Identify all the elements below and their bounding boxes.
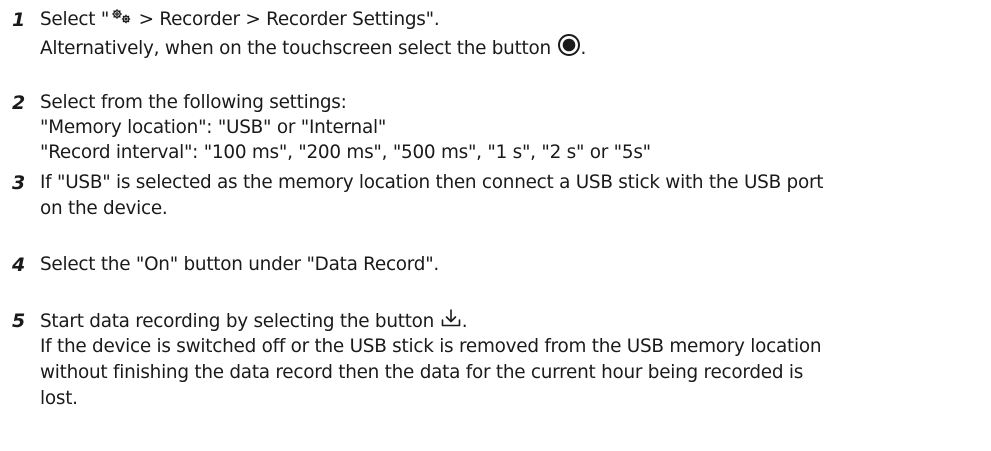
step-5-line-3: without finishing the data record then t… (40, 362, 804, 383)
step-5-line-4: lost. (40, 388, 78, 409)
step-4-line-1: Select the "On" button under "Data Recor… (40, 254, 440, 275)
gears-icon (109, 7, 133, 33)
step-3-line-2: on the device. (40, 198, 168, 219)
step-1-line-1: Select " > Recorder > Recorder Settings"… (40, 7, 440, 33)
step-1-text-a: Select " (40, 9, 110, 30)
record-button-icon (557, 33, 581, 65)
step-1-text-d: . (580, 38, 587, 59)
step-2-line-2: "Memory location": "USB" or "Internal" (40, 117, 387, 138)
step-2-line-3: "Record interval": "100 ms", "200 ms", "… (40, 142, 651, 163)
step-1-text-c: Alternatively, when on the touchscreen s… (40, 38, 557, 59)
step-3-line-1: If "USB" is selected as the memory locat… (40, 172, 824, 193)
step-number: 4 (12, 254, 26, 276)
step-number: 5 (12, 310, 26, 332)
step-number: 3 (12, 172, 26, 194)
step-number: 2 (12, 92, 26, 114)
step-2-line-1: Select from the following settings: (40, 92, 347, 113)
step-5-line-1: Start data recording by selecting the bu… (40, 308, 468, 336)
step-5-line-2: If the device is switched off or the USB… (40, 336, 822, 357)
step-number: 1 (12, 9, 26, 31)
step-5-text-a: Start data recording by selecting the bu… (40, 311, 440, 332)
download-icon (440, 308, 462, 336)
step-5-text-b: . (461, 311, 468, 332)
step-1-line-2: Alternatively, when on the touchscreen s… (40, 33, 586, 65)
step-1-text-b: > Recorder > Recorder Settings". (133, 9, 440, 30)
